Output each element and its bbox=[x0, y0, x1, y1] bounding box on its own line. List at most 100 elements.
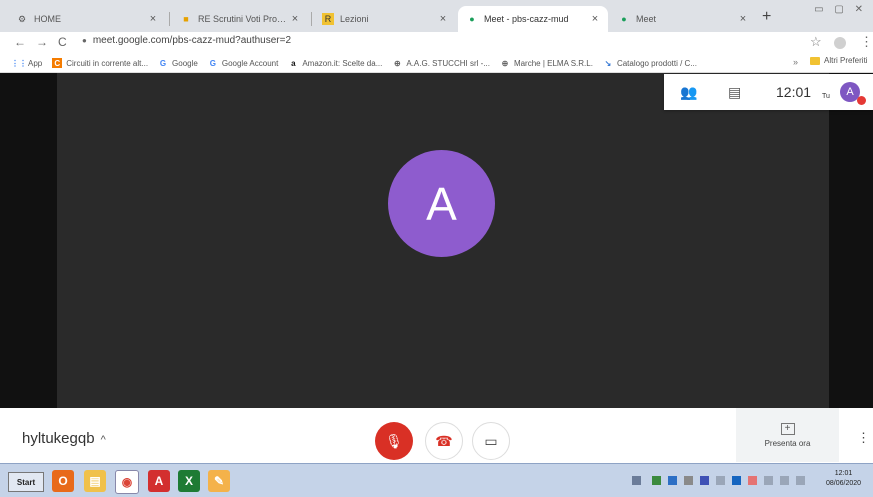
bookmark-label: Circuiti in corrente alt... bbox=[66, 58, 149, 68]
outlook-icon[interactable]: O bbox=[52, 470, 74, 492]
alert-icon[interactable] bbox=[748, 476, 757, 485]
close-icon[interactable]: × bbox=[738, 13, 748, 25]
folder-icon[interactable]: ▤ bbox=[84, 470, 106, 492]
bookmark-elma[interactable]: ⊕ Marche | ELMA S.R.L. bbox=[500, 58, 593, 68]
profile-avatar[interactable] bbox=[834, 37, 846, 49]
url-text: meet.google.com/pbs-cazz-mud?authuser=2 bbox=[92, 35, 292, 46]
acrobat-icon[interactable]: A bbox=[148, 470, 170, 492]
bookmark-label: Catalogo prodotti / C... bbox=[616, 58, 697, 68]
tab-re-scrutini[interactable]: ■ RE Scrutini Voti Proposti × bbox=[172, 6, 308, 32]
bookmark-label: A.A.G. STUCCHI srl -... bbox=[406, 58, 490, 68]
other-bookmarks-folder[interactable]: Altri Preferiti bbox=[810, 56, 868, 65]
bluetooth-icon[interactable] bbox=[684, 476, 693, 485]
bookmark-google-account[interactable]: G Google Account bbox=[208, 58, 279, 68]
meet-icon: ● bbox=[621, 14, 627, 24]
hang-up-button[interactable]: ☎ bbox=[425, 422, 463, 460]
mic-off-icon: 🎙 bbox=[385, 432, 403, 449]
bookmark-circuiti[interactable]: C Circuiti in corrente alt... bbox=[52, 58, 148, 68]
network-icon[interactable] bbox=[652, 476, 661, 485]
reload-icon[interactable]: C bbox=[58, 35, 67, 49]
mic-off-button[interactable]: 🎙 bbox=[375, 422, 413, 460]
chat-icon[interactable]: ▤ bbox=[728, 84, 741, 101]
tab-label: Meet - pbs-cazz-mud bbox=[484, 14, 569, 24]
bookmark-label: Marche | ELMA S.R.L. bbox=[513, 58, 593, 68]
bookmarks-bar: ⋮⋮ App C Circuiti in corrente alt... G G… bbox=[0, 54, 873, 73]
security-icon[interactable] bbox=[700, 476, 709, 485]
back-icon[interactable]: ← bbox=[14, 35, 26, 49]
tab-meet-active[interactable]: ● Meet - pbs-cazz-mud × bbox=[458, 6, 608, 32]
excel-icon[interactable]: X bbox=[178, 470, 200, 492]
re-icon: ■ bbox=[183, 14, 189, 24]
bookmark-amazon[interactable]: a Amazon.it: Scelte da... bbox=[288, 58, 382, 68]
bookmark-label: Amazon.it: Scelte da... bbox=[302, 58, 383, 68]
star-icon[interactable]: ☆ bbox=[810, 34, 822, 50]
clock-date: 08/06/2020 bbox=[826, 480, 862, 487]
close-icon[interactable]: × bbox=[438, 13, 448, 25]
you-label: Tu bbox=[822, 93, 830, 100]
bookmark-google[interactable]: G Google bbox=[158, 58, 198, 68]
close-icon[interactable]: × bbox=[590, 13, 600, 25]
tab-lezioni[interactable]: R Lezioni × bbox=[314, 6, 456, 32]
windows-taskbar: Start O ▤ ◉ A X ✎ 12:01 08/06/2020 bbox=[0, 463, 873, 497]
tab-divider bbox=[169, 12, 170, 26]
window-controls[interactable]: ▭ ▢ ✕ bbox=[814, 4, 867, 15]
camera-icon: ▭ bbox=[484, 432, 498, 449]
bookmark-label: Google Account bbox=[221, 58, 279, 68]
meeting-details-toggle[interactable]: hyltukegqb ^ bbox=[22, 430, 106, 447]
tab-divider bbox=[311, 12, 312, 26]
tab-label: HOME bbox=[34, 14, 61, 24]
tray-expand-icon[interactable] bbox=[632, 476, 641, 485]
tab-meet[interactable]: ● Meet × bbox=[610, 6, 756, 32]
chevron-up-icon: ^ bbox=[100, 434, 106, 446]
start-label: Start bbox=[16, 477, 36, 487]
new-tab-button[interactable]: + bbox=[762, 8, 771, 26]
start-button[interactable]: Start bbox=[8, 472, 44, 492]
bookmark-aag-stucchi[interactable]: ⊕ A.A.G. STUCCHI srl -... bbox=[392, 58, 490, 68]
display-icon[interactable] bbox=[716, 476, 725, 485]
meeting-clock: 12:01 bbox=[776, 84, 812, 100]
meeting-code: hyltukegqb bbox=[22, 430, 95, 447]
forward-icon[interactable]: → bbox=[36, 35, 48, 49]
apps-grid-icon: ⋮⋮ bbox=[11, 58, 27, 68]
browser-toolbar: ← → C ● meet.google.com/pbs-cazz-mud?auth… bbox=[0, 32, 873, 54]
participants-icon[interactable]: 👥 bbox=[680, 84, 697, 101]
left-margin bbox=[0, 73, 57, 408]
participant-avatar: A bbox=[388, 150, 495, 257]
tab-label: RE Scrutini Voti Proposti bbox=[198, 14, 290, 24]
bookmark-catalogo[interactable]: ↘ Catalogo prodotti / C... bbox=[603, 58, 697, 68]
phone-hangup-icon: ☎ bbox=[435, 432, 453, 449]
paint-icon[interactable]: ✎ bbox=[208, 470, 230, 492]
present-now-button[interactable]: + Presenta ora bbox=[736, 408, 839, 462]
globe-icon: ⊕ bbox=[501, 58, 509, 68]
tab-home[interactable]: ⚙ HOME × bbox=[8, 6, 166, 32]
camera-button[interactable]: ▭ bbox=[472, 422, 510, 460]
muted-badge bbox=[857, 96, 866, 105]
meet-control-bar: hyltukegqb ^ 🎙 ☎ ▭ + Presenta ora ⋮ bbox=[0, 408, 873, 462]
bookmarks-overflow-button[interactable]: » bbox=[793, 57, 798, 67]
bookmark-label: Google bbox=[172, 58, 198, 68]
volume-icon[interactable] bbox=[796, 476, 805, 485]
tab-strip: ⚙ HOME × ■ RE Scrutini Voti Proposti × R… bbox=[0, 0, 873, 32]
update-icon[interactable] bbox=[668, 476, 677, 485]
bookmark-apps[interactable]: ⋮⋮ App bbox=[11, 58, 43, 68]
right-margin bbox=[829, 73, 873, 408]
meet-info-bar: 👥 ▤ 12:01 Tu A bbox=[664, 74, 873, 110]
google-icon: G bbox=[159, 58, 167, 68]
catalog-icon: ↘ bbox=[604, 58, 612, 68]
taskbar-clock[interactable]: 12:01 08/06/2020 bbox=[826, 469, 861, 489]
address-bar[interactable]: ● meet.google.com/pbs-cazz-mud?authuser=2 bbox=[82, 35, 291, 46]
more-options-icon[interactable]: ⋮ bbox=[857, 430, 870, 446]
folder-icon bbox=[810, 56, 820, 65]
browser-menu-icon[interactable]: ⋮ bbox=[860, 34, 873, 50]
app-tray-icon[interactable] bbox=[732, 476, 741, 485]
bookmark-label: App bbox=[28, 58, 43, 68]
amazon-icon: a bbox=[291, 58, 296, 68]
present-label: Presenta ora bbox=[764, 438, 811, 448]
close-icon[interactable]: × bbox=[148, 13, 158, 25]
lezioni-icon: R bbox=[322, 13, 334, 25]
chrome-icon[interactable]: ◉ bbox=[115, 470, 139, 494]
close-icon[interactable]: × bbox=[290, 13, 300, 25]
language-icon[interactable] bbox=[780, 476, 789, 485]
clock-time: 12:01 bbox=[834, 470, 853, 477]
power-icon[interactable] bbox=[764, 476, 773, 485]
